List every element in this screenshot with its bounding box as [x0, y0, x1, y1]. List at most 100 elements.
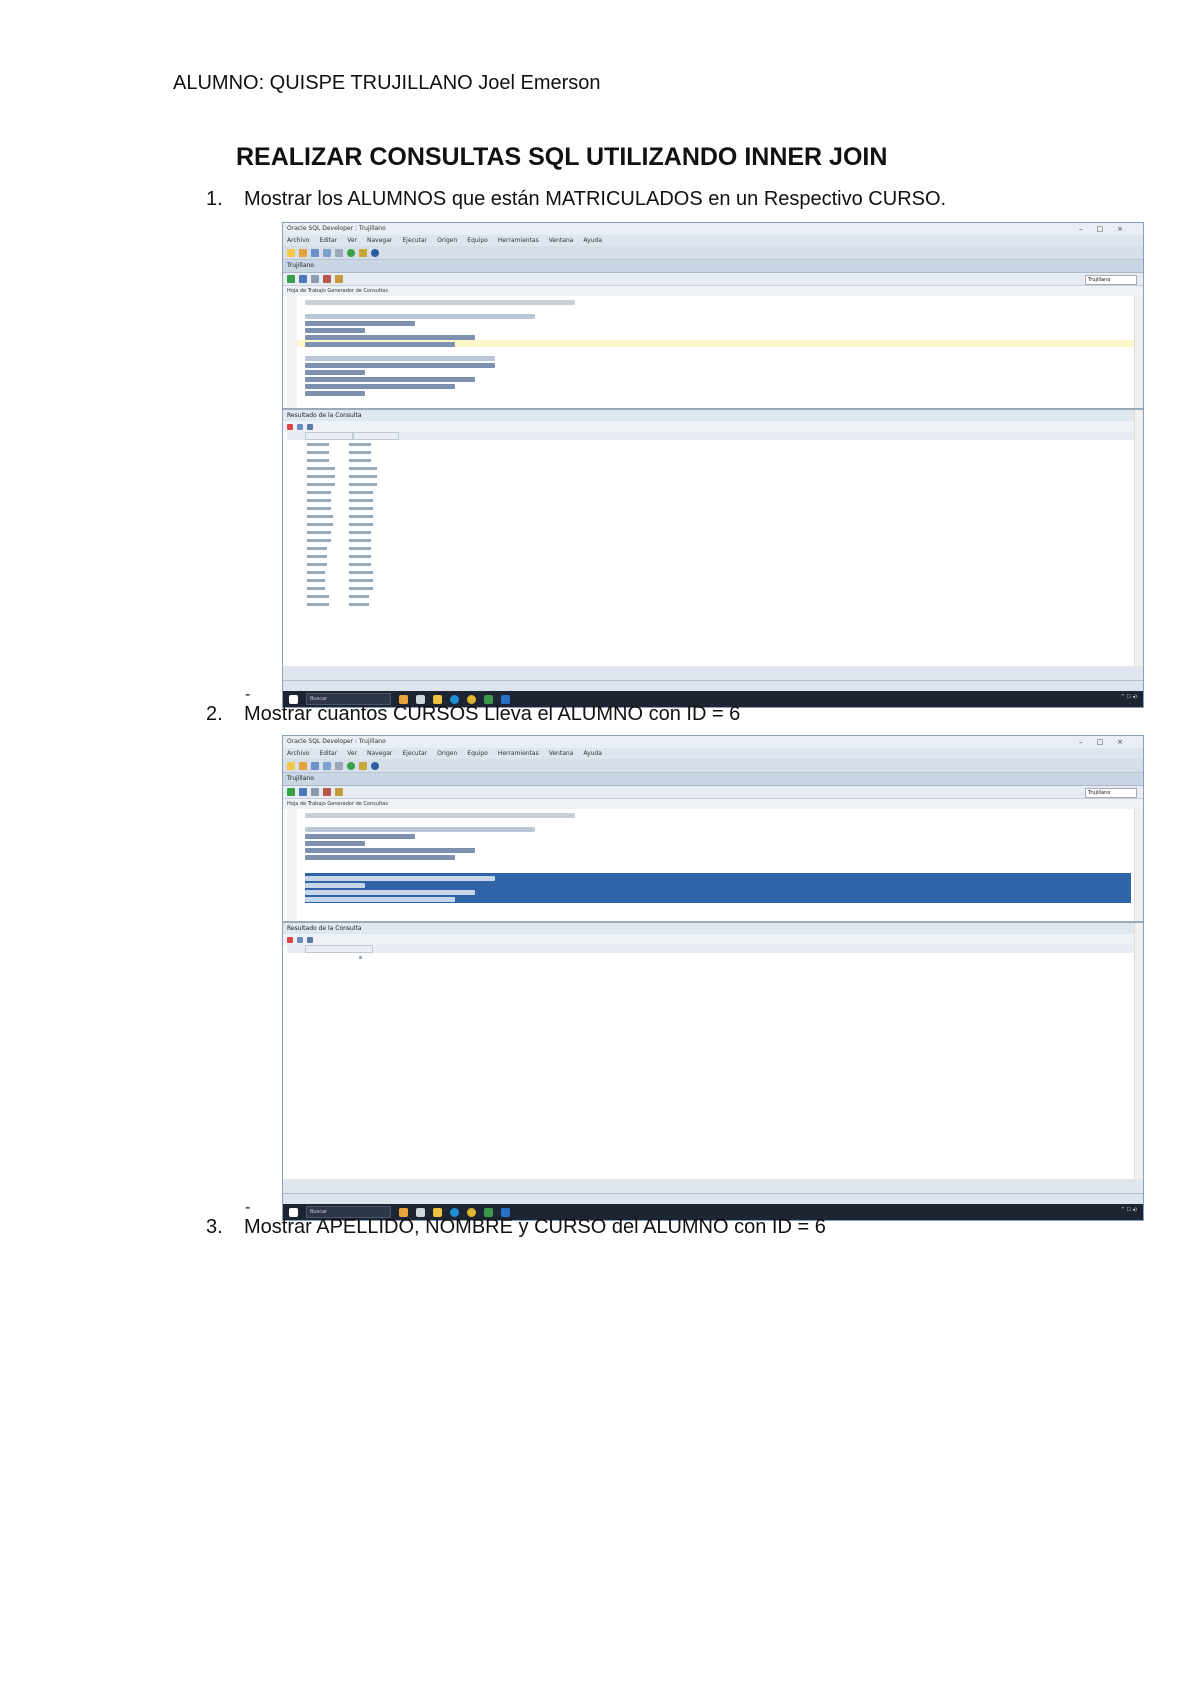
system-tray: ^ ☐ ◂) [1120, 694, 1137, 700]
table-row [287, 440, 1143, 448]
grid-header [287, 945, 1143, 953]
editor-gutter [287, 809, 297, 921]
table-row [287, 576, 1143, 584]
code-line [305, 834, 415, 839]
code-line [305, 370, 365, 375]
status-bar [283, 680, 1143, 691]
code-line [305, 384, 455, 389]
print-icon [297, 936, 303, 943]
result-grid [283, 432, 1143, 608]
run-icon [347, 761, 355, 770]
menu-item: Archivo [287, 237, 310, 244]
save-all-icon [323, 761, 331, 770]
table-row [287, 520, 1143, 528]
code-line [305, 342, 455, 347]
debug-icon [359, 761, 367, 770]
code-line [305, 300, 575, 305]
item-number: 3. [206, 1216, 223, 1238]
code-line [305, 813, 575, 818]
code-line [305, 848, 475, 853]
menu-item: Herramientas [497, 237, 539, 244]
sql-editor [283, 809, 1143, 923]
explain-icon [335, 788, 343, 796]
rollback-icon [323, 788, 331, 796]
window-titlebar: Oracle SQL Developer : Trujillano –□× [283, 223, 1143, 235]
worksheet-tab: Trujillano [283, 260, 1143, 273]
code-line [305, 328, 365, 333]
menu-item: Ayuda [583, 750, 602, 757]
list-item-1: 1. Mostrar los ALUMNOS que están MATRICUL… [206, 188, 946, 211]
result-grid [283, 945, 1143, 961]
table-row [287, 592, 1143, 600]
table-row [287, 512, 1143, 520]
table-row [287, 600, 1143, 608]
page-title: REALIZAR CONSULTAS SQL UTILIZANDO INNER … [236, 143, 888, 171]
status-bar [283, 1193, 1143, 1204]
commit-icon [311, 275, 319, 283]
window-controls: –□× [1079, 225, 1137, 233]
menu-item: Navegar [367, 750, 393, 757]
dash-marker: - [245, 686, 251, 703]
save-all-icon [323, 248, 331, 257]
code-line [305, 356, 495, 361]
menu-item: Ver [347, 237, 357, 244]
commit-icon [311, 788, 319, 796]
editor-scrollbar [1134, 296, 1143, 408]
print-icon [297, 423, 303, 430]
window-title: Oracle SQL Developer : Trujillano [287, 738, 386, 745]
dash-marker: - [245, 1199, 251, 1216]
table-row [287, 456, 1143, 464]
menu-item: Equipo [467, 750, 488, 757]
run-script-icon [299, 275, 307, 283]
rollback-icon [323, 275, 331, 283]
table-row [287, 480, 1143, 488]
result-panel: Resultado de la Consulta [283, 410, 1143, 666]
menu-item: Ver [347, 750, 357, 757]
menu-item: Editar [319, 750, 338, 757]
result-tab: Resultado de la Consulta [283, 923, 1143, 934]
open-icon [299, 248, 307, 257]
menu-item: Ventana [548, 237, 574, 244]
code-line [305, 855, 455, 860]
sql-editor [283, 296, 1143, 410]
code-line [305, 377, 475, 382]
grid-header [287, 432, 1143, 440]
pin-icon [287, 936, 293, 943]
db-icon [371, 248, 379, 257]
item-number: 2. [206, 703, 223, 725]
sql-icon [307, 936, 313, 943]
connection-selector: Trujillano [1085, 788, 1137, 798]
connection-selector: Trujillano [1085, 275, 1137, 285]
save-icon [311, 248, 319, 257]
student-name: ALUMNO: QUISPE TRUJILLANO Joel Emerson [173, 72, 601, 94]
editor-subtabs: Hoja de Trabajo Generador de Consultas [283, 799, 1143, 809]
menu-item: Ventana [548, 750, 574, 757]
grid-column-header [305, 945, 373, 953]
code-line [305, 897, 455, 902]
table-row [287, 568, 1143, 576]
menu-item: Navegar [367, 237, 393, 244]
table-row [287, 544, 1143, 552]
worksheet-tab: Trujillano [283, 773, 1143, 786]
code-line [305, 827, 535, 832]
result-panel: Resultado de la Consulta [283, 923, 1143, 1179]
list-item-3: 3. Mostrar APELLIDO, NOMBRE y CURSO del A… [206, 1216, 826, 1239]
result-scrollbar [1134, 923, 1143, 1179]
item-text: Mostrar APELLIDO, NOMBRE y CURSO del ALU… [244, 1216, 826, 1238]
table-row [287, 448, 1143, 456]
result-tab-label: Resultado de la Consulta [287, 412, 362, 419]
window-title: Oracle SQL Developer : Trujillano [287, 225, 386, 232]
menu-item: Equipo [467, 237, 488, 244]
grid-column-header [305, 432, 353, 440]
table-row [287, 488, 1143, 496]
table-row [287, 584, 1143, 592]
menu-bar: Archivo Editar Ver Navegar Ejecutar Origen Equ… [283, 748, 1143, 759]
list-item-2: 2. Mostrar cuantos CURSOS Lleva el ALUMNO… [206, 703, 740, 726]
result-tab-label: Resultado de la Consulta [287, 925, 362, 932]
menu-item: Herramientas [497, 750, 539, 757]
sql-icon [307, 423, 313, 430]
code-line [305, 391, 365, 396]
code-line [305, 321, 415, 326]
tab-label: Trujillano [287, 775, 314, 782]
table-row [287, 504, 1143, 512]
